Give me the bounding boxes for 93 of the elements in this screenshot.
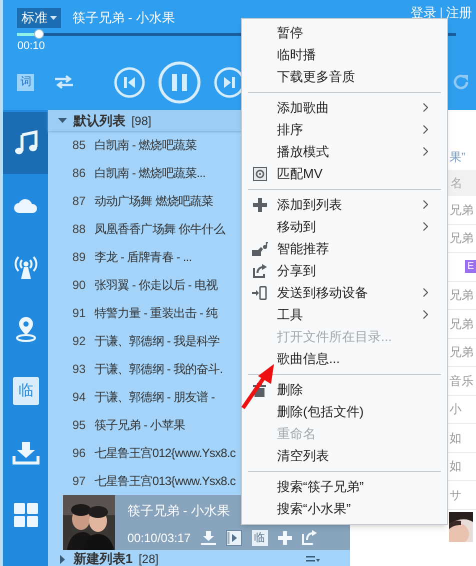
shuffle-button[interactable]	[54, 75, 74, 89]
track-title[interactable]: 白凯南 - 燃烧吧蔬菜	[94, 136, 197, 154]
track-number: 91	[72, 305, 87, 322]
progress-thumb[interactable]	[34, 29, 44, 39]
now-playing-title: 筷子兄弟 - 小水果	[127, 502, 230, 520]
plus-icon	[278, 530, 292, 544]
playlist-name[interactable]: 新建列表1	[73, 549, 133, 566]
menu-item[interactable]: 匹配MV	[277, 163, 322, 185]
search-heading: 果”	[449, 149, 466, 166]
annotation-arrow	[241, 364, 274, 410]
track-number: 92	[72, 333, 87, 350]
quality-dropdown[interactable]: 标准	[17, 8, 62, 28]
track-number: 95	[72, 417, 87, 434]
temporary-list-icon: 临	[12, 377, 39, 405]
refresh-icon	[452, 73, 470, 91]
share-icon	[302, 530, 317, 545]
pause-icon	[158, 60, 202, 104]
menu-item[interactable]: 临时播	[277, 44, 316, 66]
share-button[interactable]	[302, 530, 317, 545]
menu-item[interactable]: 下载更多音质	[277, 66, 355, 88]
playback-time: 00:10/03:17	[127, 530, 191, 546]
add-button[interactable]	[278, 530, 292, 544]
menu-item[interactable]: 搜索“小水果”	[277, 498, 351, 520]
track-title[interactable]: 李龙 - 盾牌青春 - ...	[94, 248, 192, 266]
track-title[interactable]: 于谦、郭德纲 - 朋友谱 -	[94, 388, 215, 406]
menu-item[interactable]: 添加到列表	[277, 194, 342, 216]
track-title[interactable]: 于谦、郭德纲 - 我是科学	[94, 332, 220, 350]
caret-icon	[50, 16, 58, 20]
menu-item[interactable]: 播放模式	[277, 141, 329, 163]
menu-item[interactable]: 清空列表	[277, 445, 329, 467]
person-note-icon	[252, 242, 268, 256]
pause-button[interactable]	[158, 60, 202, 104]
track-count: [98]	[131, 112, 152, 130]
menu-item[interactable]: 排序	[277, 119, 303, 141]
list-menu-button[interactable]	[306, 555, 320, 563]
download-icon	[12, 441, 40, 465]
track-title[interactable]: 七星鲁王宫013{www.Ysx8.c	[94, 472, 236, 490]
trash-icon	[253, 383, 266, 397]
menu-item[interactable]: 发送到移动设备	[277, 282, 368, 304]
elapsed-time: 00:10	[17, 40, 45, 52]
menu-item[interactable]: 删除(包括文件)	[277, 401, 364, 423]
track-number: 89	[72, 249, 87, 266]
download-button[interactable]	[200, 530, 216, 544]
track-title[interactable]: 于谦、郭德纲 - 我的奋斗.	[94, 360, 223, 378]
track-title[interactable]: 凤凰香香广场舞 你牛什么	[94, 220, 225, 238]
track-number: 88	[72, 221, 87, 238]
song-title: 筷子兄弟 - 小水果	[72, 9, 175, 28]
track-title[interactable]: 白凯南 - 燃烧吧蔬菜...	[94, 164, 206, 182]
download-icon	[200, 530, 216, 544]
menu-item[interactable]: 工具	[277, 304, 303, 326]
track-number: 93	[72, 361, 87, 378]
track-title[interactable]: 特警力量 - 重装出击 - 纯	[94, 304, 218, 322]
share-icon	[252, 264, 266, 278]
temporary-list-button[interactable]: 临	[252, 530, 268, 546]
track-number: 87	[72, 193, 87, 210]
track-number: 86	[72, 165, 87, 182]
menu-item[interactable]: 歌曲信息...	[277, 348, 340, 370]
menu-item[interactable]: 分享到	[277, 260, 316, 282]
menu-item[interactable]: 智能推荐	[277, 238, 329, 260]
previous-button[interactable]	[114, 66, 146, 98]
menu-item[interactable]: 移动到	[277, 216, 316, 238]
track-number: 90	[72, 277, 87, 294]
menu-item[interactable]: 暂停	[277, 22, 303, 44]
antenna-icon	[14, 255, 38, 279]
playlist-name[interactable]: 默认列表	[73, 110, 126, 130]
track-title[interactable]: 张羽翼 - 你走以后 - 电视	[94, 276, 218, 294]
shuffle-icon	[54, 75, 74, 89]
location-pin-icon	[14, 316, 37, 342]
list-menu-icon	[306, 555, 320, 563]
film-icon	[226, 530, 242, 546]
menu-item[interactable]: 添加歌曲	[277, 97, 329, 119]
mv-button[interactable]	[226, 530, 242, 546]
track-number: 96	[72, 445, 87, 462]
track-title[interactable]: 筷子兄弟 - 小苹果	[94, 416, 185, 434]
track-number: 94	[72, 389, 87, 406]
track-title[interactable]: 动动广场舞 燃烧吧蔬菜	[94, 192, 214, 210]
cloud-icon	[14, 197, 38, 213]
menu-item[interactable]: 搜索“筷子兄弟”	[277, 476, 364, 498]
send-to-phone-icon	[252, 286, 267, 300]
track-number: 85	[72, 137, 87, 154]
grid-icon	[14, 503, 38, 527]
film-icon	[252, 167, 266, 181]
menu-item[interactable]: 删除	[277, 379, 303, 401]
track-count: [28]	[138, 551, 159, 566]
refresh-button[interactable]	[452, 73, 470, 91]
quality-badge: E	[465, 260, 476, 274]
track-number: 97	[72, 473, 87, 490]
sidebar-tab[interactable]	[3, 112, 48, 174]
column-title: 名	[450, 175, 462, 192]
track-title[interactable]: 七星鲁王宫012{www.Ysx8.c	[94, 444, 236, 462]
music-note-icon	[12, 130, 39, 156]
plus-icon	[252, 198, 266, 212]
previous-icon	[114, 66, 146, 98]
